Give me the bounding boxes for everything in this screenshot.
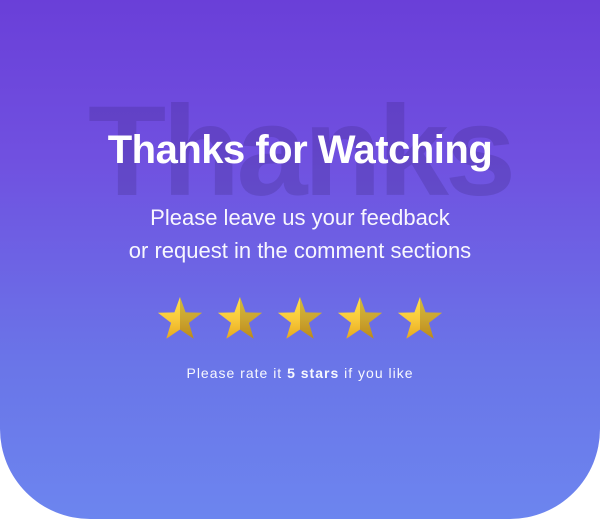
thanks-card: Thanks Thanks for Watching Please leave … bbox=[0, 0, 600, 519]
rate-prefix: Please rate it bbox=[186, 365, 287, 381]
page-title: Thanks for Watching bbox=[0, 128, 600, 173]
subtitle-line-1: Please leave us your feedback bbox=[150, 205, 450, 230]
star-icon[interactable] bbox=[157, 297, 203, 343]
subtitle-line-2: or request in the comment sections bbox=[129, 238, 471, 263]
content: Thanks for Watching Please leave us your… bbox=[0, 0, 600, 381]
rate-caption: Please rate it 5 stars if you like bbox=[0, 365, 600, 381]
star-icon[interactable] bbox=[337, 297, 383, 343]
rate-bold: 5 stars bbox=[287, 365, 339, 381]
rate-suffix: if you like bbox=[339, 365, 413, 381]
star-icon[interactable] bbox=[277, 297, 323, 343]
subtitle: Please leave us your feedback or request… bbox=[0, 201, 600, 267]
star-rating[interactable] bbox=[0, 297, 600, 343]
star-icon[interactable] bbox=[397, 297, 443, 343]
star-icon[interactable] bbox=[217, 297, 263, 343]
